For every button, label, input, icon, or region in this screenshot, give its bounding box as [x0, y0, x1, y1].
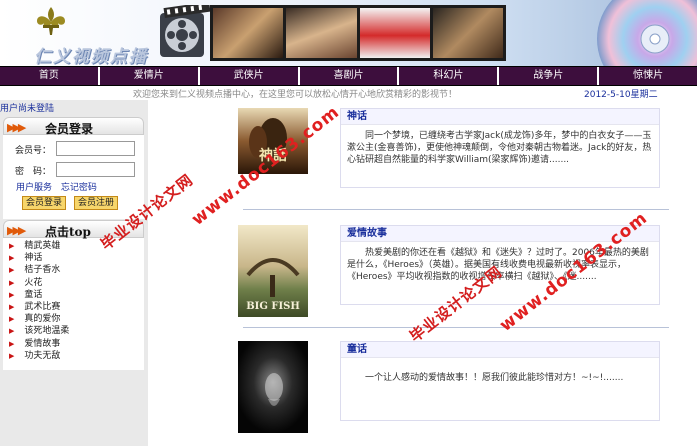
top-item-label: 功夫无敌	[24, 350, 61, 361]
top-panel-header: ▶▶▶ 点击top	[3, 220, 144, 239]
movie-info: 爱情故事 热爱美剧的你还在看《越狱》和《迷失》？过时了。2006年最热的美剧是什…	[340, 225, 660, 305]
login-panel-title: 会员登录	[45, 122, 94, 136]
top-item-label: 精武英雄	[24, 241, 61, 251]
username-row: 会员号：	[3, 141, 144, 157]
movie-list: 神話 神话 同一个梦境，已缠绕考古学家Jack(成龙饰)多年，梦中的白衣女子——…	[148, 100, 697, 446]
dvd-disc-icon	[597, 0, 697, 66]
bullet-icon: ▶	[9, 242, 15, 250]
top-item-label: 桔子香水	[24, 265, 61, 276]
bullet-icon: ▶	[9, 303, 15, 312]
bullet-icon: ▶	[9, 266, 15, 275]
bullet-icon: ▶	[9, 351, 15, 360]
movie-info: 童话 一个让人感动的爱情故事！！愿我们彼此能珍惜对方！~!~!.......	[340, 341, 660, 421]
fleur-de-lis-logo-icon	[37, 7, 65, 35]
list-item[interactable]: ▶ 功夫无敌	[9, 350, 69, 362]
nav-item-war[interactable]: 战争片	[499, 67, 600, 85]
nav-item-comedy[interactable]: 喜剧片	[300, 67, 400, 85]
main-nav: 首页 爱情片 武侠片 喜剧片 科幻片 战争片 惊悚片	[0, 66, 697, 86]
top-clicks-list: ▶ 精武英雄 ▶ 神话 ▶ 桔子香水 ▶ 火花 ▶ 童话 ▶ 武术比赛 ▶ 真的爱你 ▶ 该死地…	[9, 240, 69, 362]
current-date: 2012-5-10星期二	[584, 90, 658, 100]
top-item-label: 真的爱你	[24, 314, 61, 325]
top-panel-title: 点击top	[45, 225, 91, 239]
bullet-icon: ▶	[9, 327, 15, 336]
top-clicks-panel: ▶▶▶ 点击top ▶ 精武英雄 ▶ 神话 ▶ 桔子香水 ▶ 火花 ▶ 童话 ▶ 武术比赛 …	[3, 220, 144, 370]
top-item-label: 该死地温柔	[24, 326, 70, 337]
password-label: 密 码：	[15, 167, 52, 177]
featured-poster-strip	[210, 5, 506, 61]
username-label: 会员号：	[15, 146, 52, 156]
list-item[interactable]: ▶ 火花	[9, 277, 69, 289]
login-panel-header: ▶▶▶ 会员登录	[3, 117, 144, 136]
featured-poster-1[interactable]	[213, 8, 284, 58]
movie-description: 一个让人感动的爱情故事！！愿我们彼此能珍惜对方！~!~!.......	[365, 373, 624, 383]
movie-title-link[interactable]: 神话	[341, 109, 659, 125]
site-banner: 仁义视频点播	[0, 0, 697, 66]
divider	[243, 327, 669, 328]
list-item[interactable]: ▶ 神话	[9, 252, 69, 264]
movie-title-link[interactable]: 童话	[341, 342, 659, 358]
top-item-label: 武术比赛	[24, 302, 61, 313]
login-links: 用户服务 忘记密码	[16, 180, 103, 193]
user-login-status: 用户尚未登陆	[0, 104, 55, 114]
movie-card: 神話 神话 同一个梦境，已缠绕考古学家Jack(成龙饰)多年，梦中的白衣女子——…	[238, 108, 668, 208]
double-arrow-icon: ▶▶▶	[7, 224, 26, 237]
divider	[243, 209, 669, 210]
username-input[interactable]	[56, 141, 135, 156]
nav-item-romance[interactable]: 爱情片	[100, 67, 200, 85]
movie-poster[interactable]: BIG FISH	[238, 225, 308, 317]
welcome-bar: 欢迎您来到仁义视频点播中心，在这里您可以放松心情开心地欣赏精彩的影视节！ 201…	[0, 86, 697, 100]
list-item[interactable]: ▶ 真的爱你	[9, 313, 69, 325]
movie-title-link[interactable]: 爱情故事	[341, 226, 659, 242]
list-item[interactable]: ▶ 武术比赛	[9, 301, 69, 313]
nav-item-thriller[interactable]: 惊悚片	[599, 67, 697, 85]
poster-title: 神話	[259, 147, 287, 164]
bullet-icon: ▶	[9, 315, 15, 324]
bullet-icon: ▶	[9, 254, 15, 263]
list-item[interactable]: ▶ 童话	[9, 289, 69, 301]
featured-poster-4[interactable]	[432, 8, 503, 58]
welcome-message: 欢迎您来到仁义视频点播中心，在这里您可以放松心情开心地欣赏精彩的影视节！	[133, 90, 458, 100]
top-item-label: 神话	[24, 253, 43, 264]
member-login-button[interactable]: 会员登录	[22, 196, 67, 210]
list-item[interactable]: ▶ 爱情故事	[9, 338, 69, 350]
featured-poster-3[interactable]	[359, 8, 430, 58]
film-reel-icon	[160, 5, 210, 57]
nav-item-martial-arts[interactable]: 武侠片	[200, 67, 300, 85]
site-logo-text: 仁义视频点播	[34, 47, 148, 66]
list-item[interactable]: ▶ 精武英雄	[9, 240, 69, 252]
nav-item-home[interactable]: 首页	[0, 67, 100, 85]
movie-poster[interactable]	[238, 341, 308, 433]
movie-info: 神话 同一个梦境，已缠绕考古学家Jack(成龙饰)多年，梦中的白衣女子——玉漱公…	[340, 108, 660, 188]
movie-description: 热爱美剧的你还在看《越狱》和《迷失》？过时了。2006年最热的美剧是什么，《He…	[347, 248, 649, 283]
top-item-label: 爱情故事	[24, 338, 61, 349]
password-input[interactable]	[56, 162, 135, 177]
list-item[interactable]: ▶ 桔子香水	[9, 264, 69, 276]
movie-description: 同一个梦境，已缠绕考古学家Jack(成龙饰)多年，梦中的白衣女子——玉漱公主(金…	[347, 131, 652, 166]
featured-poster-2[interactable]	[286, 8, 357, 58]
bullet-icon: ▶	[9, 339, 15, 348]
nav-item-scifi[interactable]: 科幻片	[399, 67, 500, 85]
user-service-link[interactable]: 用户服务	[16, 183, 52, 193]
movie-poster[interactable]: 神話	[238, 108, 308, 174]
member-register-button[interactable]: 会员注册	[74, 196, 119, 210]
list-item[interactable]: ▶ 该死地温柔	[9, 325, 69, 337]
bullet-icon: ▶	[9, 290, 15, 299]
double-arrow-icon: ▶▶▶	[7, 121, 26, 134]
movie-card: BIG FISH 爱情故事 热爱美剧的你还在看《越狱》和《迷失》？过时了。200…	[238, 225, 668, 325]
top-item-label: 火花	[24, 277, 43, 288]
forgot-password-link[interactable]: 忘记密码	[61, 183, 97, 193]
poster-title: BIG FISH	[246, 301, 300, 312]
top-item-label: 童话	[24, 289, 43, 300]
bullet-icon: ▶	[9, 278, 15, 287]
member-login-panel: ▶▶▶ 会员登录 会员号： 密 码： 用户服务 忘记密码 会员登录 会员注册	[3, 117, 144, 219]
left-sidebar: 用户尚未登陆 ▶▶▶ 会员登录 会员号： 密 码： 用户服务 忘记密码 会员登录…	[0, 100, 148, 446]
movie-card: 童话 一个让人感动的爱情故事！！愿我们彼此能珍惜对方！~!~!.......	[238, 341, 668, 441]
password-row: 密 码：	[3, 162, 144, 178]
